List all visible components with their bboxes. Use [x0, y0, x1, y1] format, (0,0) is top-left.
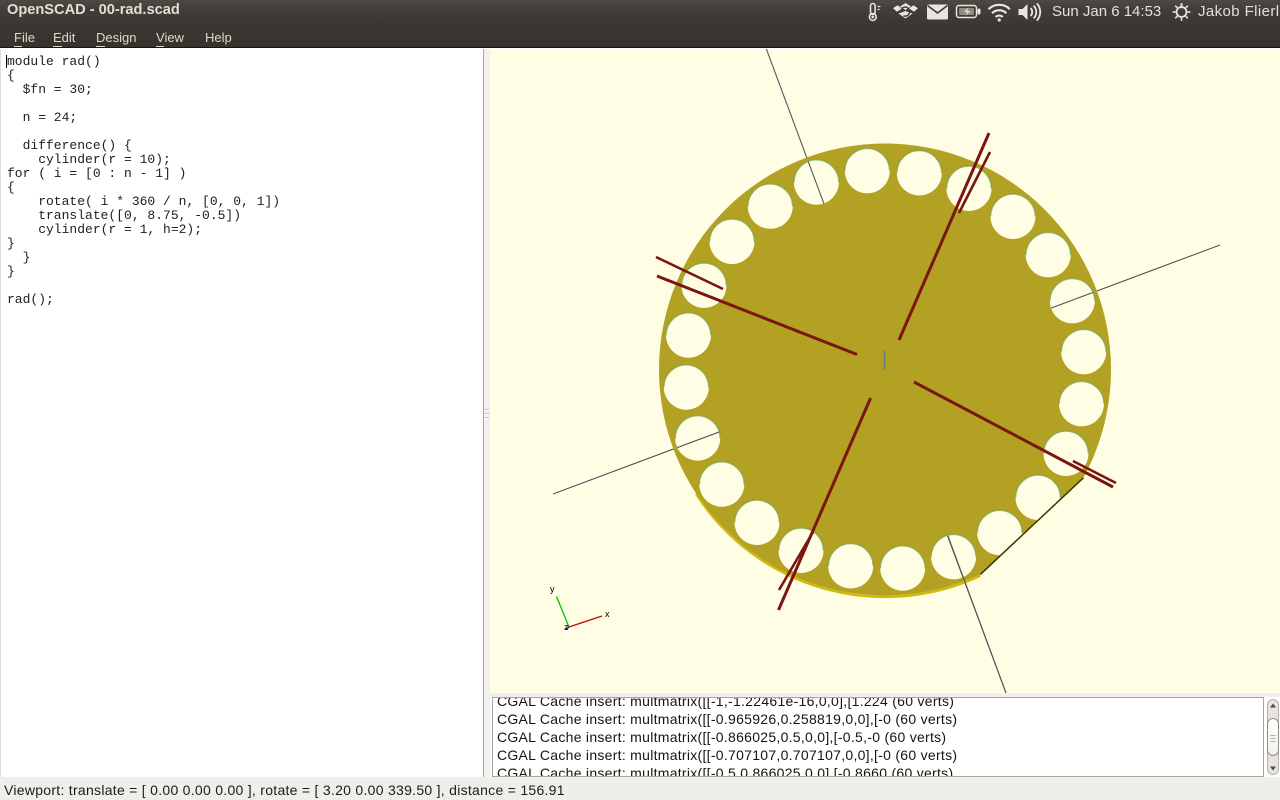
- svg-text:x: x: [605, 609, 610, 619]
- svg-text:y: y: [550, 584, 555, 594]
- svg-text:z: z: [564, 622, 569, 632]
